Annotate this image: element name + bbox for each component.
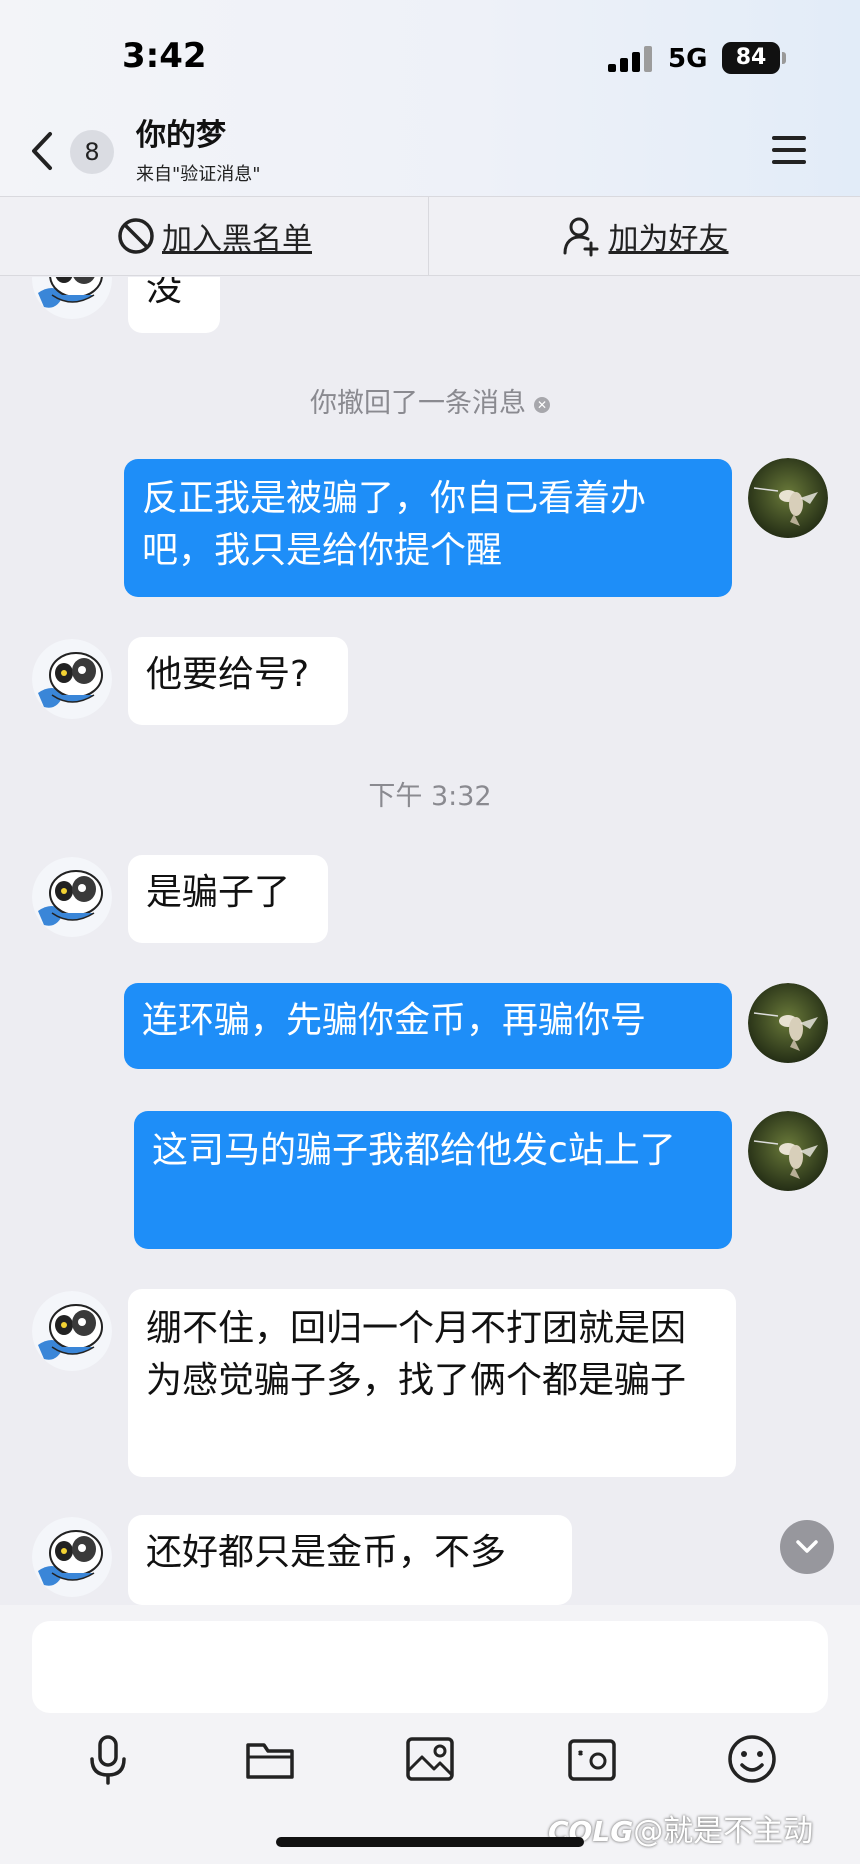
my-avatar[interactable] [748,458,828,538]
message-bubble-outgoing[interactable]: 这司马的骗子我都给他发c站上了 [134,1111,732,1249]
action-bar: 加入黑名单 加为好友 [0,196,860,276]
menu-button[interactable] [772,134,808,166]
status-time: 3:42 [122,36,207,76]
hummingbird-avatar-icon [748,1111,828,1191]
home-indicator[interactable] [276,1837,584,1847]
chevron-left-icon [32,132,52,170]
recall-notice-text: 你撤回了一条消息 [310,388,526,419]
message-bubble-outgoing[interactable]: 连环骗，先骗你金币，再骗你号 [124,983,732,1069]
person-add-icon [563,217,598,257]
contact-avatar[interactable] [32,1517,112,1597]
blacklist-button[interactable]: 加入黑名单 [0,197,429,275]
panda-avatar-icon [32,639,112,719]
battery-icon: 84 [722,42,780,74]
unread-count-badge[interactable]: 8 [70,130,114,174]
panda-avatar-icon [32,277,112,319]
camera-button[interactable] [562,1729,622,1789]
contact-avatar[interactable] [32,639,112,719]
contact-avatar[interactable] [32,857,112,937]
message-bubble-incoming[interactable]: 没 [128,277,220,333]
message-bubble-incoming[interactable]: 绷不住，回归一个月不打团就是因为感觉骗子多，找了俩个都是骗子 [128,1289,736,1477]
hamburger-menu-icon [772,136,806,140]
back-button[interactable] [24,126,62,176]
image-icon [406,1737,454,1781]
block-icon [118,218,154,254]
panda-avatar-icon [32,857,112,937]
file-button[interactable] [240,1729,300,1789]
message-input[interactable] [32,1621,828,1713]
chat-title: 你的梦 [136,118,226,153]
recall-notice: 你撤回了一条消息 ✕ [0,381,860,420]
panda-avatar-icon [32,1291,112,1371]
top-header: 3:42 5G 84 8 你的梦 来自"验证消息" [0,0,860,196]
camera-icon [568,1739,616,1781]
signal-icon [608,46,654,72]
emoji-button[interactable] [722,1729,782,1789]
folder-icon [246,1743,294,1779]
panda-avatar-icon [32,1517,112,1597]
message-bubble-outgoing[interactable]: 反正我是被骗了，你自己看着办吧，我只是给你提个醒 [124,459,732,597]
hummingbird-avatar-icon [748,458,828,538]
microphone-icon [90,1735,126,1785]
close-icon[interactable]: ✕ [534,396,550,413]
chevron-down-icon [796,1540,818,1553]
message-bubble-incoming[interactable]: 他要给号? [128,637,348,725]
message-bubble-incoming[interactable]: 是骗子了 [128,855,328,943]
contact-avatar[interactable] [32,277,112,319]
my-avatar[interactable] [748,983,828,1063]
my-avatar[interactable] [748,1111,828,1191]
contact-avatar[interactable] [32,1291,112,1371]
image-button[interactable] [400,1729,460,1789]
watermark-text: @就是不主动 [633,1814,814,1849]
add-friend-button[interactable]: 加为好友 [430,197,859,275]
message-bubble-incoming[interactable]: 还好都只是金币，不多 [128,1515,572,1605]
scroll-to-bottom-button[interactable] [780,1520,834,1574]
message-timestamp: 下午 3:32 [368,781,492,812]
chat-message-list[interactable]: 没 你撤回了一条消息 ✕ 反正我是被骗了，你自己看着办吧，我只是给你提个醒 他要… [0,277,860,1605]
battery-tip [782,52,786,64]
hummingbird-avatar-icon [748,983,828,1063]
chat-subtitle: 来自"验证消息" [136,164,261,185]
voice-button[interactable] [78,1729,138,1789]
watermark: COLG@就是不主动 [548,1806,813,1850]
network-label: 5G [668,44,708,74]
add-friend-label: 加为好友 [608,222,729,257]
emoji-icon [728,1735,776,1783]
blacklist-label: 加入黑名单 [162,222,312,257]
